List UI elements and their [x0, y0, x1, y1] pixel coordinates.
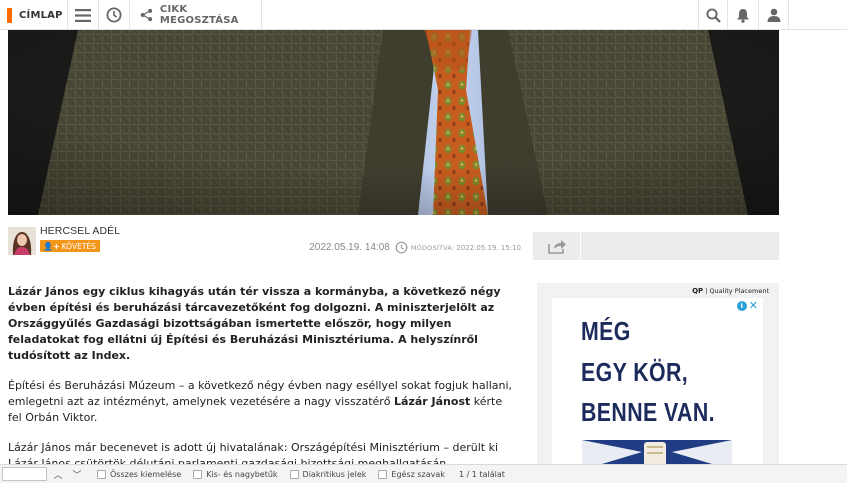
- share-icon: [140, 8, 153, 22]
- author-photo: [8, 227, 36, 255]
- match-count: 1 / 1 találat: [458, 469, 505, 479]
- whole-words-option[interactable]: Egész szavak: [378, 469, 445, 479]
- match-case-checkbox[interactable]: [193, 469, 203, 479]
- option-label: Diakritikus jelek: [302, 469, 367, 479]
- menu-button[interactable]: [68, 0, 99, 30]
- find-previous-button[interactable]: ︿: [50, 468, 66, 481]
- follow-label: KÖVETÉS: [61, 241, 96, 251]
- search-button[interactable]: [698, 0, 728, 30]
- bell-icon: [737, 8, 749, 23]
- notifications-button[interactable]: [728, 0, 759, 30]
- article-paragraph: Építési és Beruházási Múzeum – a követke…: [8, 378, 518, 426]
- modified-date: 2022.05.19. 15:10: [456, 243, 521, 252]
- find-in-page-bar: ︿ ﹀ Összes kiemelése Kis- és nagybetűk D…: [0, 464, 847, 483]
- article-body: Lázár János egy ciklus kihagyás után tér…: [8, 284, 518, 483]
- match-diacritics-checkbox[interactable]: [289, 469, 299, 479]
- recent-button[interactable]: [99, 0, 130, 30]
- ad-headline-line: EGY KÖR,: [581, 357, 689, 387]
- ad-info-icon[interactable]: i: [736, 301, 747, 311]
- clock-icon: [106, 7, 122, 23]
- user-button[interactable]: [759, 0, 789, 30]
- follow-author-button[interactable]: 👤+ KÖVETÉS: [40, 240, 100, 252]
- share-panel: [533, 232, 779, 260]
- highlight-all-option[interactable]: Összes kiemelése: [97, 469, 182, 479]
- share-button[interactable]: [533, 232, 581, 260]
- highlight-all-checkbox[interactable]: [97, 469, 106, 479]
- ad-network-brand: QP: [692, 287, 704, 295]
- index-logo-mark: [7, 7, 12, 23]
- find-input[interactable]: [2, 467, 47, 481]
- hamburger-icon: [75, 8, 91, 22]
- ad-creative[interactable]: i ✕ MÉG EGY KÖR, BENNE VAN.: [552, 298, 763, 465]
- ad-network-tag: Quality Placement: [709, 287, 769, 295]
- advertisement[interactable]: QP | Quality Placement i ✕ MÉG EGY KÖR, B…: [537, 283, 779, 465]
- person-link[interactable]: Lázár Jánost: [394, 395, 470, 408]
- home-link[interactable]: CÍMLAP: [0, 0, 68, 30]
- share-article-label: CIKK MEGOSZTÁSA: [159, 4, 239, 26]
- ad-headline-line: BENNE VAN.: [581, 397, 716, 427]
- option-label: Egész szavak: [391, 469, 445, 479]
- modified-label: MÓDOSÍTVA:: [410, 243, 455, 252]
- match-case-option[interactable]: Kis- és nagybetűk: [193, 469, 278, 479]
- bottle-illustration: [582, 440, 732, 465]
- author-name[interactable]: HERCSEL ADÉL: [40, 225, 120, 237]
- whole-words-checkbox[interactable]: [378, 469, 388, 479]
- clock-icon: [395, 241, 408, 254]
- share-article-button[interactable]: CIKK MEGOSZTÁSA: [130, 0, 262, 30]
- ad-controls: i ✕: [736, 300, 758, 311]
- ad-product-image: [582, 440, 732, 465]
- ad-close-icon[interactable]: ✕: [749, 300, 758, 311]
- search-icon: [705, 7, 721, 23]
- author-avatar[interactable]: [8, 227, 36, 255]
- author-bar: HERCSEL ADÉL 👤+ KÖVETÉS 2022.05.19. 14:0…: [8, 225, 779, 260]
- hero-photo: [8, 30, 779, 215]
- user-icon: [767, 8, 780, 22]
- article-dates: 2022.05.19. 14:08 MÓDOSÍTVA: 2022.05.19.…: [309, 241, 521, 254]
- option-label: Összes kiemelése: [110, 469, 182, 479]
- find-next-button[interactable]: ﹀: [69, 468, 85, 481]
- ad-network-label: QP | Quality Placement: [692, 287, 769, 295]
- top-navigation: CÍMLAP CIKK MEGOSZTÁSA: [0, 0, 847, 30]
- share-arrow-icon: [547, 239, 566, 254]
- match-diacritics-option[interactable]: Diakritikus jelek: [289, 469, 367, 479]
- add-user-icon: 👤+: [43, 241, 60, 251]
- article-hero-image: [8, 30, 779, 215]
- option-label: Kis- és nagybetűk: [206, 469, 278, 479]
- published-date: 2022.05.19. 14:08: [309, 242, 390, 253]
- ad-headline-line: MÉG: [581, 316, 631, 346]
- home-label: CÍMLAP: [19, 9, 63, 21]
- article-lead: Lázár János egy ciklus kihagyás után tér…: [8, 285, 501, 362]
